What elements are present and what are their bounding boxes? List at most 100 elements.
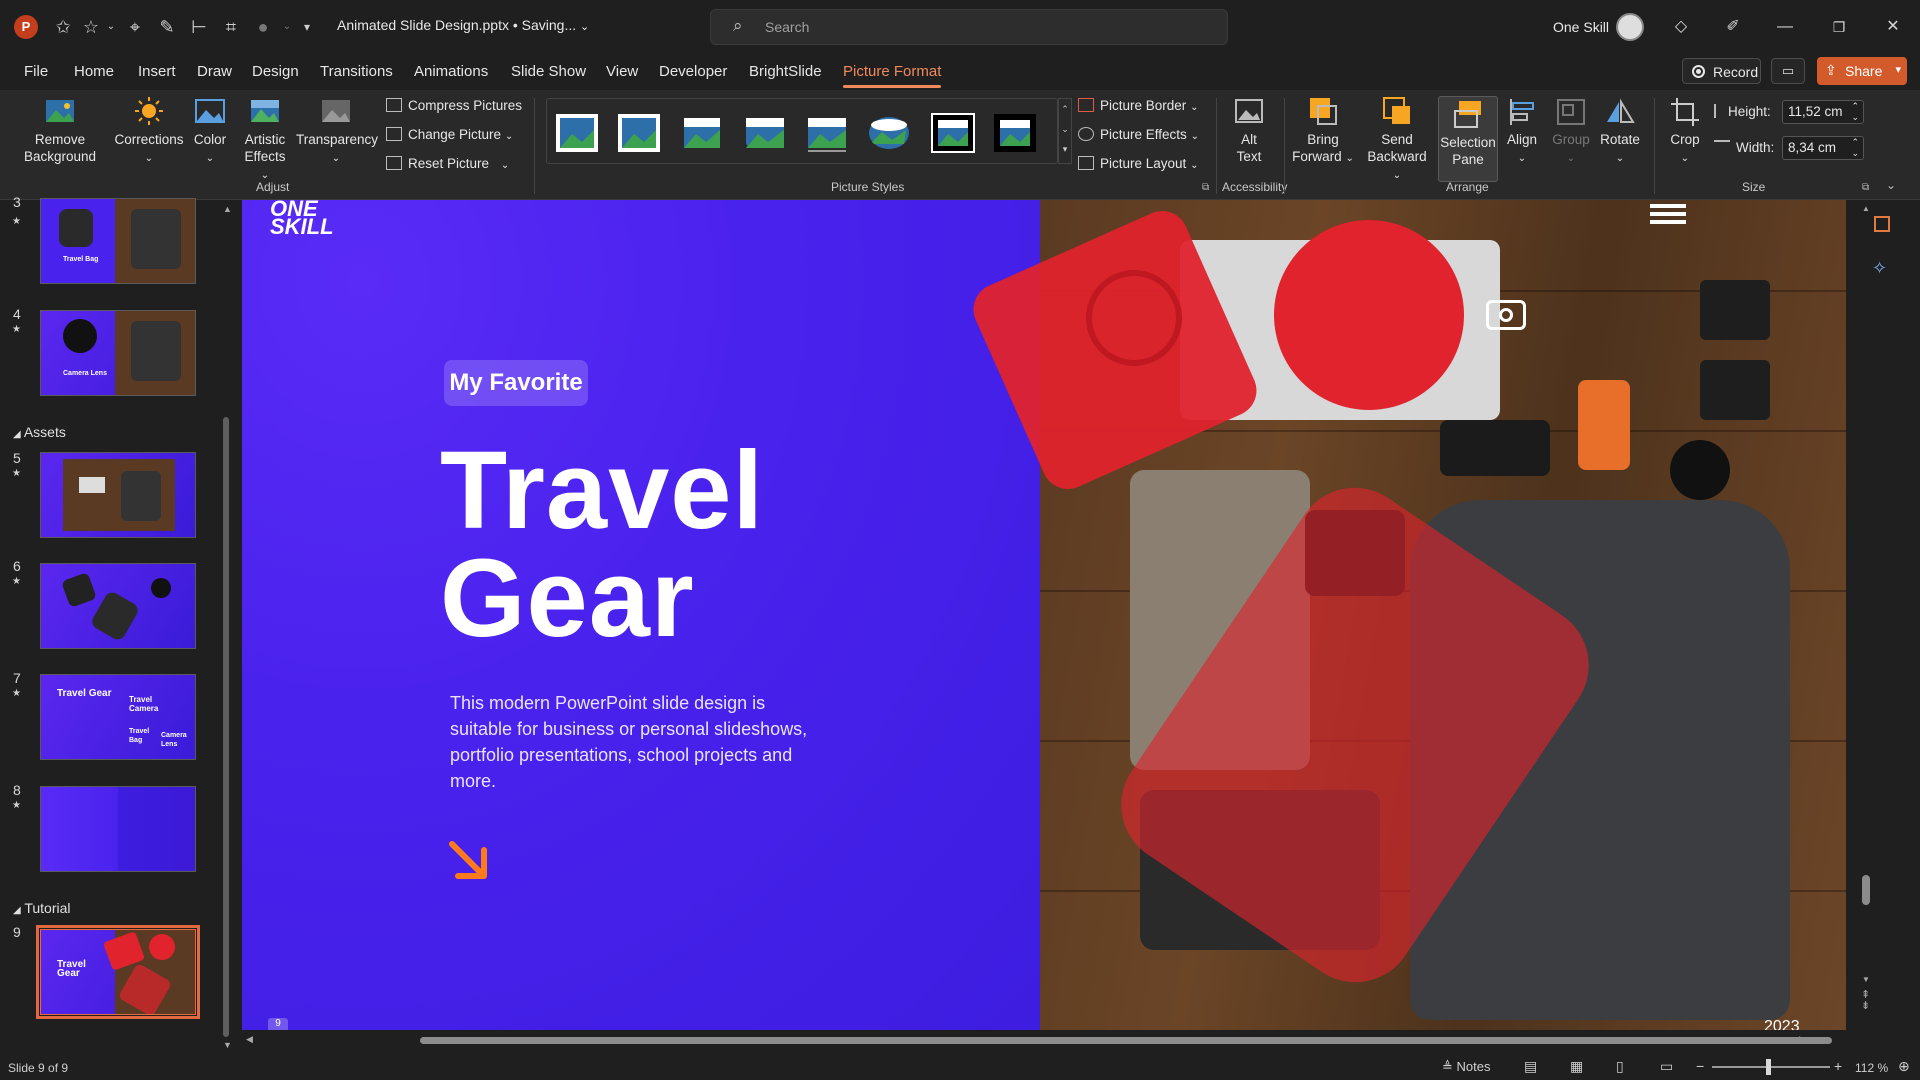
align-button[interactable]: Align ⌄ [1504, 96, 1540, 167]
document-title[interactable]: Animated Slide Design.pptx • Saving... ⌄ [337, 17, 589, 33]
favorite-star-icon[interactable]: ☆ [80, 16, 102, 38]
rotate-button[interactable]: Rotate ⌄ [1596, 96, 1644, 167]
section-header-tutorial[interactable]: ◢ Tutorial [13, 900, 71, 916]
spinner-icon[interactable]: ⌃ ⌄ [1851, 137, 1859, 159]
slide-canvas[interactable]: ONE SKILL My Favorite Travel Gear This mo… [242, 200, 1846, 1030]
record-button[interactable]: Record [1682, 58, 1761, 84]
tab-file[interactable]: File [24, 63, 48, 80]
tab-animations[interactable]: Animations [414, 63, 488, 80]
tab-developer[interactable]: Developer [659, 63, 727, 80]
zoom-percentage[interactable]: 112 % [1855, 1061, 1888, 1075]
style-thumb-3[interactable] [684, 118, 720, 148]
slide-thumbnail-7[interactable]: Travel Gear Travel Camera Travel Bag Cam… [40, 674, 196, 760]
slide-description[interactable]: This modern PowerPoint slide design is s… [450, 690, 810, 794]
style-thumb-1[interactable] [556, 114, 598, 152]
compress-pictures-button[interactable]: Compress Pictures [386, 98, 522, 113]
zoom-out-icon[interactable]: − [1696, 1058, 1704, 1074]
close-icon[interactable]: ✕ [1880, 14, 1906, 40]
tab-transitions[interactable]: Transitions [320, 63, 393, 80]
zoom-slider-thumb[interactable] [1766, 1059, 1771, 1075]
corrections-button[interactable]: Corrections ⌄ [108, 96, 190, 167]
share-button[interactable]: ⇪ Share ▾ [1817, 57, 1907, 85]
dialog-launcher-icon[interactable]: ⧉ [1862, 182, 1869, 193]
tab-draw[interactable]: Draw [197, 63, 232, 80]
minimize-icon[interactable]: — [1772, 14, 1798, 40]
gallery-scroll[interactable]: ⌃ ⌄ ▾ [1058, 98, 1072, 164]
tab-home[interactable]: Home [74, 63, 114, 80]
width-field[interactable]: 8,34 cm ⌃ ⌄ [1782, 136, 1864, 160]
align-tool-icon[interactable]: ⊢ [188, 16, 210, 38]
horizontal-scrollbar-thumb[interactable] [420, 1037, 1832, 1044]
slide-thumbnail-9[interactable]: Travel Gear [36, 925, 200, 1019]
slide-thumbnail-4[interactable]: Camera Lens [40, 310, 196, 396]
dialog-launcher-icon[interactable]: ⧉ [1202, 182, 1209, 193]
scroll-up-icon[interactable]: ▲ [223, 204, 232, 214]
reset-picture-button[interactable]: Reset Picture ⌄ [386, 156, 509, 171]
zoom-in-icon[interactable]: + [1834, 1058, 1842, 1074]
style-thumb-7[interactable] [931, 113, 975, 153]
search-input[interactable]: ⌕ Search [710, 9, 1228, 45]
tab-slide-show[interactable]: Slide Show [511, 63, 586, 80]
tab-brightslide[interactable]: BrightSlide [749, 63, 822, 80]
copilot-icon[interactable]: ✧ [1872, 258, 1887, 279]
comments-button[interactable]: ▭ [1771, 58, 1805, 84]
tab-insert[interactable]: Insert [138, 63, 176, 80]
favorite-pill[interactable]: My Favorite [444, 360, 588, 406]
avatar[interactable] [1616, 13, 1644, 41]
bring-forward-button[interactable]: Bring Forward ⌄ [1290, 96, 1356, 167]
draw-icon[interactable]: ✎ [156, 16, 178, 38]
chevron-down-icon[interactable]: ⌄ [276, 16, 298, 38]
picture-border-button[interactable]: Picture Border ⌄ [1078, 98, 1198, 113]
chevron-down-icon[interactable]: ⌄ [100, 16, 122, 38]
travel-gear-photo[interactable] [965, 200, 1846, 1030]
alt-text-button[interactable]: Alt Text [1224, 96, 1274, 165]
designer-icon[interactable] [1874, 216, 1890, 232]
notes-button[interactable]: ≜ Notes [1442, 1059, 1491, 1075]
user-name[interactable]: One Skill [1553, 19, 1609, 35]
send-backward-button[interactable]: Send Backward ⌄ [1362, 96, 1432, 184]
transparency-button[interactable]: Transparency ⌄ [296, 96, 378, 167]
crop-button[interactable]: Crop ⌄ [1662, 96, 1708, 167]
picture-layout-button[interactable]: Picture Layout ⌄ [1078, 156, 1198, 171]
present-icon[interactable]: ⌖ [124, 16, 146, 38]
style-thumb-5[interactable] [808, 118, 846, 152]
red-lens-cap-overlay[interactable] [1274, 220, 1464, 410]
style-thumb-4[interactable] [746, 118, 784, 148]
height-field[interactable]: 11,52 cm ⌃ ⌄ [1782, 100, 1864, 124]
color-button[interactable]: Color ⌄ [190, 96, 230, 167]
slide-thumbnail-5[interactable] [40, 452, 196, 538]
tab-design[interactable]: Design [252, 63, 299, 80]
style-thumb-2[interactable] [618, 114, 660, 152]
group-button[interactable]: Group ⌄ [1548, 96, 1594, 167]
picture-effects-button[interactable]: Picture Effects ⌄ [1078, 127, 1199, 142]
tab-view[interactable]: View [606, 63, 638, 80]
pen-icon[interactable]: ✐ [1720, 14, 1746, 40]
slide-thumbnail-8[interactable] [40, 786, 196, 872]
tab-picture-format[interactable]: Picture Format [843, 63, 942, 88]
hamburger-menu-icon[interactable] [1650, 204, 1686, 224]
style-thumb-6[interactable] [869, 117, 909, 149]
arrow-down-right-icon[interactable] [448, 840, 490, 882]
vertical-scrollbar-thumb[interactable] [1862, 875, 1870, 905]
shape-icon[interactable]: ● [252, 16, 274, 38]
camera-icon[interactable] [1486, 300, 1526, 330]
slide-sorter-icon[interactable]: ▦ [1570, 1058, 1583, 1075]
crop-icon[interactable]: ⌗ [220, 16, 242, 38]
thumbnail-panel-scrollbar[interactable] [223, 417, 229, 1037]
diamond-icon[interactable]: ◇ [1668, 14, 1694, 40]
remove-background-button[interactable]: Remove Background [18, 96, 102, 165]
artistic-effects-button[interactable]: Artistic Effects ⌄ [240, 96, 290, 184]
reading-view-icon[interactable]: ▯ [1616, 1058, 1624, 1075]
slide-title-line-2[interactable]: Gear [440, 544, 695, 654]
collapse-ribbon-icon[interactable]: ⌄ [1886, 178, 1896, 192]
prev-next-slide-icon[interactable]: ⇞ ⇟ [1861, 990, 1870, 1012]
scroll-up-icon[interactable]: ▲ [1862, 204, 1870, 213]
scroll-left-icon[interactable]: ◀ [246, 1034, 253, 1045]
style-thumb-8[interactable] [994, 114, 1036, 152]
restore-icon[interactable]: ❐ [1826, 14, 1852, 40]
scroll-down-icon[interactable]: ▼ [1862, 975, 1870, 984]
slide-thumbnail-6[interactable] [40, 563, 196, 649]
normal-view-icon[interactable]: ▤ [1524, 1058, 1537, 1075]
autosave-icon[interactable]: ✩ [52, 16, 74, 38]
slide-title-line-1[interactable]: Travel [440, 436, 764, 546]
